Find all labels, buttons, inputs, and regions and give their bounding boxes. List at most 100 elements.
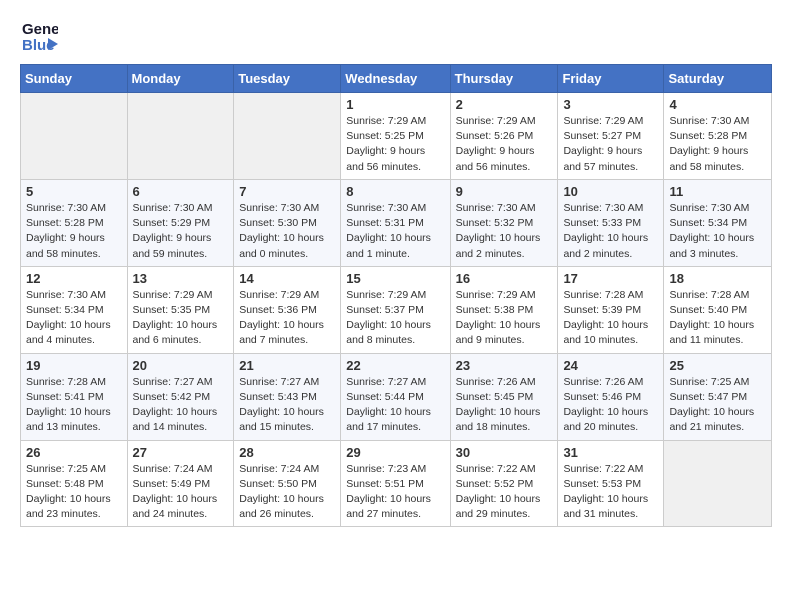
day-detail: Sunrise: 7:28 AMSunset: 5:41 PMDaylight:… <box>26 375 122 436</box>
header: General Blue <box>20 16 772 54</box>
calendar-cell: 9 Sunrise: 7:30 AMSunset: 5:32 PMDaylight… <box>450 179 558 266</box>
calendar-cell: 19 Sunrise: 7:28 AMSunset: 5:41 PMDayligh… <box>21 353 128 440</box>
weekday-header-tuesday: Tuesday <box>234 65 341 93</box>
day-detail: Sunrise: 7:24 AMSunset: 5:50 PMDaylight:… <box>239 462 335 523</box>
day-number: 16 <box>456 271 553 286</box>
day-number: 9 <box>456 184 553 199</box>
calendar-cell: 14 Sunrise: 7:29 AMSunset: 5:36 PMDayligh… <box>234 266 341 353</box>
day-number: 10 <box>563 184 658 199</box>
day-number: 21 <box>239 358 335 373</box>
calendar-cell: 3Sunrise: 7:29 AMSunset: 5:27 PMDaylight… <box>558 93 664 180</box>
day-detail: Sunrise: 7:24 AMSunset: 5:49 PMDaylight:… <box>133 462 229 523</box>
calendar-cell: 5 Sunrise: 7:30 AMSunset: 5:28 PMDaylight… <box>21 179 128 266</box>
calendar-table: SundayMondayTuesdayWednesdayThursdayFrid… <box>20 64 772 527</box>
day-detail: Sunrise: 7:30 AMSunset: 5:33 PMDaylight:… <box>563 201 658 262</box>
day-detail: Sunrise: 7:30 AMSunset: 5:30 PMDaylight:… <box>239 201 335 262</box>
weekday-header-thursday: Thursday <box>450 65 558 93</box>
calendar-cell: 26 Sunrise: 7:25 AMSunset: 5:48 PMDayligh… <box>21 440 128 527</box>
week-row-5: 26 Sunrise: 7:25 AMSunset: 5:48 PMDayligh… <box>21 440 772 527</box>
weekday-header-monday: Monday <box>127 65 234 93</box>
calendar-cell: 22Sunrise: 7:27 AMSunset: 5:44 PMDayligh… <box>341 353 450 440</box>
day-number: 19 <box>26 358 122 373</box>
calendar-cell <box>234 93 341 180</box>
calendar-cell: 20 Sunrise: 7:27 AMSunset: 5:42 PMDayligh… <box>127 353 234 440</box>
day-detail: Sunrise: 7:30 AMSunset: 5:28 PMDaylight:… <box>26 201 122 262</box>
day-detail: Sunrise: 7:29 AMSunset: 5:25 PMDaylight:… <box>346 114 444 175</box>
calendar-cell: 10 Sunrise: 7:30 AMSunset: 5:33 PMDayligh… <box>558 179 664 266</box>
calendar-cell: 13 Sunrise: 7:29 AMSunset: 5:35 PMDayligh… <box>127 266 234 353</box>
day-number: 31 <box>563 445 658 460</box>
weekday-header-saturday: Saturday <box>664 65 772 93</box>
day-number: 14 <box>239 271 335 286</box>
calendar-cell: 7 Sunrise: 7:30 AMSunset: 5:30 PMDaylight… <box>234 179 341 266</box>
day-number: 24 <box>563 358 658 373</box>
day-detail: Sunrise: 7:29 AMSunset: 5:35 PMDaylight:… <box>133 288 229 349</box>
day-number: 29 <box>346 445 444 460</box>
day-detail: Sunrise: 7:29 AMSunset: 5:36 PMDaylight:… <box>239 288 335 349</box>
day-number: 27 <box>133 445 229 460</box>
day-detail: Sunrise: 7:30 AMSunset: 5:31 PMDaylight:… <box>346 201 444 262</box>
day-detail: Sunrise: 7:30 AMSunset: 5:34 PMDaylight:… <box>669 201 766 262</box>
week-row-1: 1 Sunrise: 7:29 AMSunset: 5:25 PMDaylight… <box>21 93 772 180</box>
day-number: 25 <box>669 358 766 373</box>
week-row-4: 19 Sunrise: 7:28 AMSunset: 5:41 PMDayligh… <box>21 353 772 440</box>
day-detail: Sunrise: 7:28 AMSunset: 5:39 PMDaylight:… <box>563 288 658 349</box>
day-number: 15 <box>346 271 444 286</box>
day-detail: Sunrise: 7:27 AMSunset: 5:43 PMDaylight:… <box>239 375 335 436</box>
calendar-cell: 11Sunrise: 7:30 AMSunset: 5:34 PMDayligh… <box>664 179 772 266</box>
calendar-cell <box>664 440 772 527</box>
day-number: 8 <box>346 184 444 199</box>
day-number: 28 <box>239 445 335 460</box>
day-detail: Sunrise: 7:28 AMSunset: 5:40 PMDaylight:… <box>669 288 766 349</box>
day-number: 23 <box>456 358 553 373</box>
svg-text:General: General <box>22 21 58 38</box>
day-number: 6 <box>133 184 229 199</box>
calendar-cell: 21 Sunrise: 7:27 AMSunset: 5:43 PMDayligh… <box>234 353 341 440</box>
day-detail: Sunrise: 7:29 AMSunset: 5:38 PMDaylight:… <box>456 288 553 349</box>
day-detail: Sunrise: 7:27 AMSunset: 5:42 PMDaylight:… <box>133 375 229 436</box>
calendar-cell: 8 Sunrise: 7:30 AMSunset: 5:31 PMDaylight… <box>341 179 450 266</box>
day-number: 17 <box>563 271 658 286</box>
day-detail: Sunrise: 7:23 AMSunset: 5:51 PMDaylight:… <box>346 462 444 523</box>
day-number: 7 <box>239 184 335 199</box>
day-detail: Sunrise: 7:30 AMSunset: 5:28 PMDaylight:… <box>669 114 766 175</box>
day-number: 13 <box>133 271 229 286</box>
calendar-cell: 27 Sunrise: 7:24 AMSunset: 5:49 PMDayligh… <box>127 440 234 527</box>
day-number: 1 <box>346 97 444 112</box>
calendar-cell: 16 Sunrise: 7:29 AMSunset: 5:38 PMDayligh… <box>450 266 558 353</box>
weekday-header-row: SundayMondayTuesdayWednesdayThursdayFrid… <box>21 65 772 93</box>
day-detail: Sunrise: 7:29 AMSunset: 5:26 PMDaylight:… <box>456 114 553 175</box>
day-number: 4 <box>669 97 766 112</box>
day-detail: Sunrise: 7:30 AMSunset: 5:32 PMDaylight:… <box>456 201 553 262</box>
day-detail: Sunrise: 7:27 AMSunset: 5:44 PMDaylight:… <box>346 375 444 436</box>
day-detail: Sunrise: 7:30 AMSunset: 5:29 PMDaylight:… <box>133 201 229 262</box>
calendar-cell: 2 Sunrise: 7:29 AMSunset: 5:26 PMDaylight… <box>450 93 558 180</box>
day-detail: Sunrise: 7:29 AMSunset: 5:37 PMDaylight:… <box>346 288 444 349</box>
calendar-cell: 17 Sunrise: 7:28 AMSunset: 5:39 PMDayligh… <box>558 266 664 353</box>
weekday-header-wednesday: Wednesday <box>341 65 450 93</box>
calendar-cell: 31Sunrise: 7:22 AMSunset: 5:53 PMDayligh… <box>558 440 664 527</box>
day-detail: Sunrise: 7:22 AMSunset: 5:52 PMDaylight:… <box>456 462 553 523</box>
calendar-cell <box>21 93 128 180</box>
week-row-3: 12Sunrise: 7:30 AMSunset: 5:34 PMDayligh… <box>21 266 772 353</box>
day-number: 2 <box>456 97 553 112</box>
calendar-cell: 4 Sunrise: 7:30 AMSunset: 5:28 PMDaylight… <box>664 93 772 180</box>
day-number: 5 <box>26 184 122 199</box>
calendar-cell: 29 Sunrise: 7:23 AMSunset: 5:51 PMDayligh… <box>341 440 450 527</box>
day-number: 26 <box>26 445 122 460</box>
day-number: 20 <box>133 358 229 373</box>
day-detail: Sunrise: 7:29 AMSunset: 5:27 PMDaylight:… <box>563 114 658 175</box>
day-number: 30 <box>456 445 553 460</box>
day-number: 18 <box>669 271 766 286</box>
weekday-header-sunday: Sunday <box>21 65 128 93</box>
logo: General Blue <box>20 16 58 54</box>
week-row-2: 5 Sunrise: 7:30 AMSunset: 5:28 PMDaylight… <box>21 179 772 266</box>
page-container: General Blue SundayMondayTuesdayWednesda… <box>0 0 792 547</box>
calendar-cell: 23Sunrise: 7:26 AMSunset: 5:45 PMDayligh… <box>450 353 558 440</box>
day-detail: Sunrise: 7:25 AMSunset: 5:47 PMDaylight:… <box>669 375 766 436</box>
calendar-cell: 6 Sunrise: 7:30 AMSunset: 5:29 PMDaylight… <box>127 179 234 266</box>
calendar-cell: 30 Sunrise: 7:22 AMSunset: 5:52 PMDayligh… <box>450 440 558 527</box>
calendar-cell: 1 Sunrise: 7:29 AMSunset: 5:25 PMDaylight… <box>341 93 450 180</box>
day-detail: Sunrise: 7:25 AMSunset: 5:48 PMDaylight:… <box>26 462 122 523</box>
calendar-cell: 28 Sunrise: 7:24 AMSunset: 5:50 PMDayligh… <box>234 440 341 527</box>
